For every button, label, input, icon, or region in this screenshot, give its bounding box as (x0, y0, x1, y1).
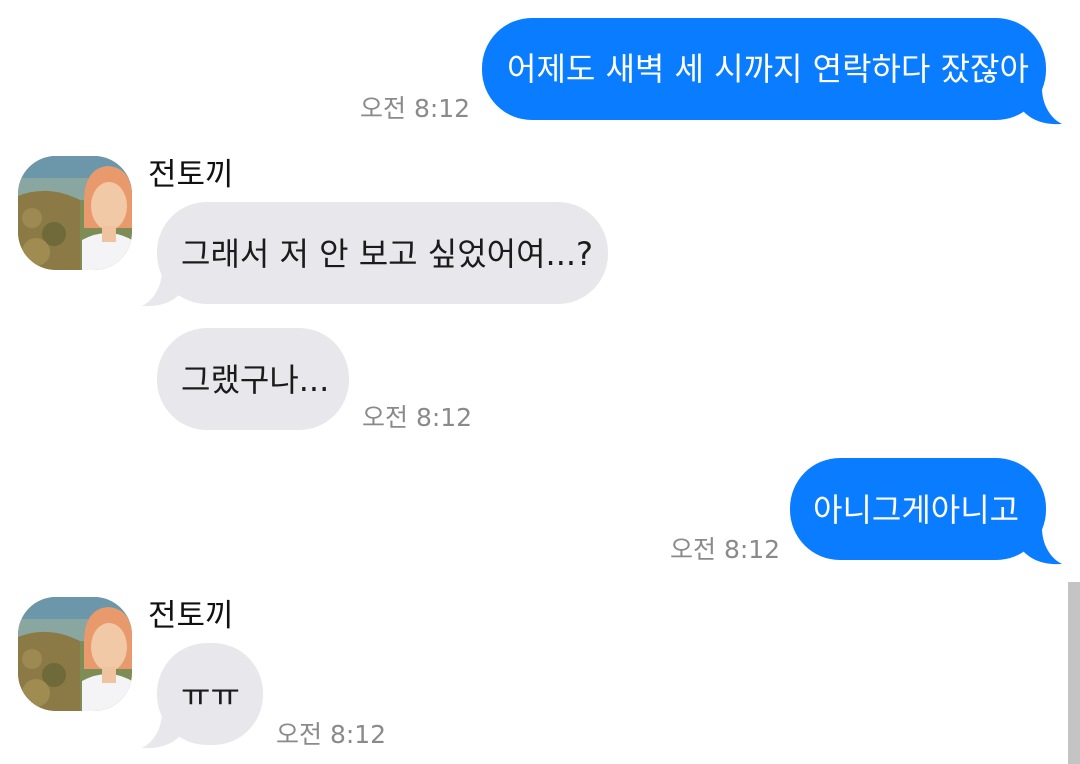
chat-screen: 어제도 새벽 세 시까지 연락하다 잤잖아 오전 8:12 전토끼 그래서 저 … (0, 0, 1080, 764)
message-timestamp: 오전 8:12 (360, 94, 471, 123)
outgoing-message-bubble[interactable]: 어제도 새벽 세 시까지 연락하다 잤잖아 (482, 18, 1046, 120)
message-text: ㅠㅠ (181, 676, 240, 714)
outgoing-bubble-tail (1020, 528, 1062, 565)
sender-name: 전토끼 (148, 598, 234, 634)
incoming-bubble-tail (142, 712, 184, 749)
contact-avatar[interactable] (18, 156, 132, 270)
incoming-message-bubble[interactable]: 그랬구나... (157, 328, 349, 430)
message-text: 그랬구나... (181, 361, 330, 399)
message-timestamp: 오전 8:12 (670, 535, 781, 564)
scrollbar[interactable] (1068, 582, 1080, 764)
outgoing-message-bubble[interactable]: 아니그게아니고 (790, 458, 1046, 560)
sender-name: 전토끼 (148, 157, 234, 193)
message-text: 어제도 새벽 세 시까지 연락하다 잤잖아 (507, 50, 1029, 88)
contact-avatar[interactable] (18, 597, 132, 711)
contact-photo-image (18, 156, 132, 270)
message-text: 아니그게아니고 (813, 491, 1020, 529)
message-timestamp: 오전 8:12 (276, 720, 387, 749)
incoming-bubble-tail (142, 270, 184, 307)
contact-photo-image (18, 597, 132, 711)
message-text: 그래서 저 안 보고 싶었어여...? (181, 235, 594, 273)
message-timestamp: 오전 8:12 (362, 403, 473, 432)
outgoing-bubble-tail (1020, 88, 1062, 125)
incoming-message-bubble[interactable]: 그래서 저 안 보고 싶었어여...? (157, 202, 608, 304)
